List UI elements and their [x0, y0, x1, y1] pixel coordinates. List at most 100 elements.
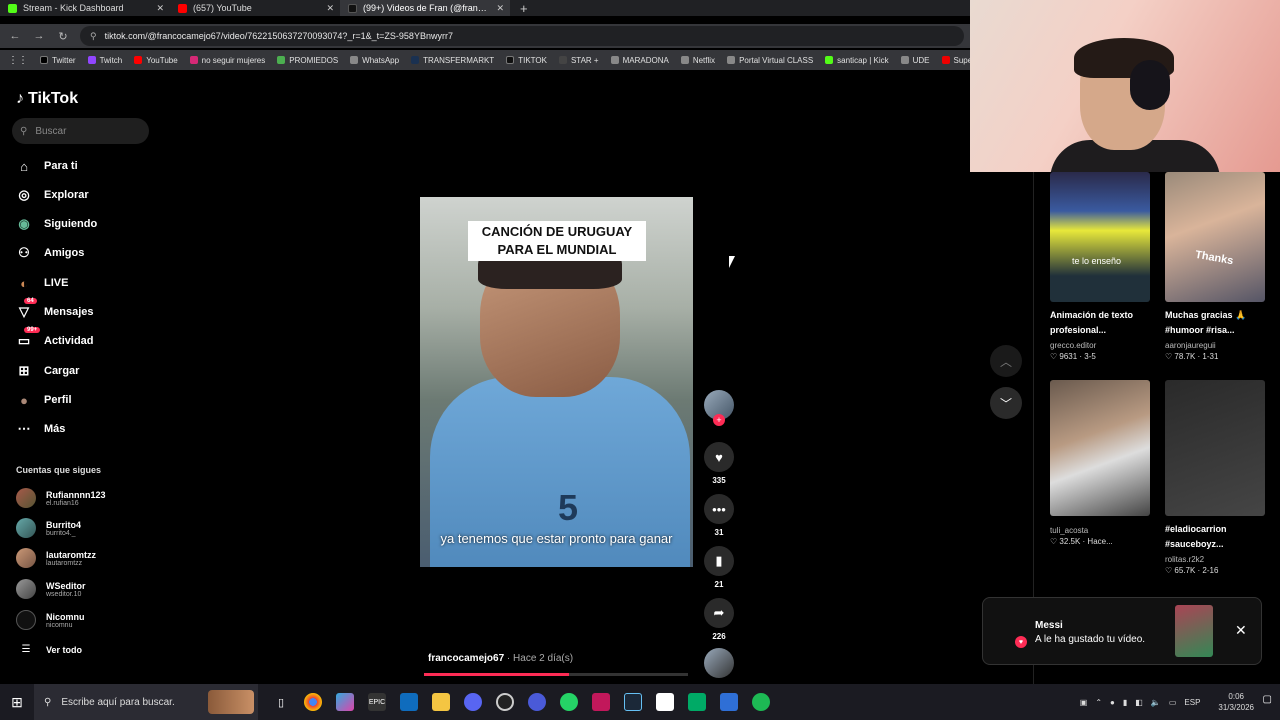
close-icon[interactable]: ✕ — [1235, 622, 1247, 639]
bookmark-transfermarkt[interactable]: TRANSFERMARKT — [411, 56, 494, 65]
bookmark-promiedos[interactable]: PROMIEDOS — [277, 56, 338, 65]
windows-start-icon[interactable]: ⊞ — [0, 694, 34, 711]
sidebar-item-siguiendo[interactable]: ◉ Siguiendo — [16, 216, 97, 232]
sidebar-item-perfil[interactable]: ● Perfil — [16, 392, 72, 408]
tray-app-icon[interactable]: ▣ — [1080, 698, 1088, 707]
sidebar-item-explorar[interactable]: ◎ Explorar — [16, 187, 88, 203]
chrome-icon[interactable] — [304, 693, 322, 711]
sidebar-item-label: Perfil — [44, 394, 72, 406]
sidebar-item-actividad[interactable]: ▭ 99+ Actividad — [16, 327, 94, 349]
bookmark-whatsapp[interactable]: WhatsApp — [350, 56, 399, 65]
bookmark-tiktok[interactable]: TIKTOK — [506, 56, 547, 65]
bookmark-instagram[interactable]: no seguir mujeres — [189, 56, 265, 65]
bookmark-maradona[interactable]: MARADONA — [610, 56, 669, 65]
site-info-icon[interactable]: ⚲ — [90, 31, 97, 42]
epic-games-icon[interactable]: EPIC — [368, 693, 386, 711]
video-author[interactable]: francocamejo67 · Hace 2 día(s) — [428, 653, 573, 664]
bookmark-star[interactable]: STAR + — [558, 56, 599, 65]
network-icon[interactable]: ◧ — [1135, 698, 1143, 707]
bookmark-label: UDE — [912, 55, 930, 65]
sidebar-item-cargar[interactable]: ⊞ Cargar — [16, 363, 80, 379]
copilot-icon[interactable] — [336, 693, 354, 711]
file-explorer-icon[interactable] — [432, 693, 450, 711]
video-card[interactable]: tuli_acosta ♡ 32.5K · Hace... — [1050, 380, 1160, 546]
search-input[interactable]: ⚲ Buscar — [12, 118, 149, 144]
whatsapp-icon[interactable] — [560, 693, 578, 711]
following-item[interactable]: lautaromtzz lautaromtzz — [16, 548, 96, 568]
apps-icon[interactable]: ⋮⋮ — [8, 55, 28, 66]
capcut-icon[interactable] — [656, 693, 674, 711]
steam-icon[interactable] — [624, 693, 642, 711]
creator-avatar-button[interactable]: + — [703, 390, 735, 426]
taskbar-clock[interactable]: 0:06 31/3/2026 — [1218, 691, 1254, 713]
following-item[interactable]: Nicomnu nicomnu — [16, 610, 85, 630]
taskbar-search-input[interactable]: ⚲ Escribe aquí para buscar. — [34, 684, 258, 720]
like-button[interactable]: ♥ 335 — [703, 442, 735, 485]
bookmark-ude[interactable]: UDE — [900, 55, 930, 65]
spotify-icon[interactable] — [752, 693, 770, 711]
app-teal-icon[interactable] — [688, 693, 706, 711]
obs-icon[interactable] — [496, 693, 514, 711]
video-card[interactable]: #eladiocarrion #sauceboyz... rolitas.r2k… — [1165, 380, 1275, 575]
notifications-icon[interactable]: ▢ — [1263, 694, 1272, 705]
twitch-icon — [87, 56, 96, 64]
app-blue-icon[interactable] — [528, 693, 546, 711]
microphone-icon[interactable]: ● — [1110, 698, 1115, 707]
sidebar-item-para-ti[interactable]: ⌂ Para ti — [16, 158, 78, 174]
share-button[interactable]: ➦ 226 — [703, 598, 735, 641]
following-item[interactable]: Burrito4 burrito4._ — [16, 518, 81, 538]
bookmark-kick[interactable]: santicap | Kick — [825, 56, 889, 65]
following-item[interactable]: WSeditor wseditor.10 — [16, 579, 86, 599]
see-all-link[interactable]: ☰ Ver todo — [16, 644, 83, 655]
close-tab-icon[interactable]: ✕ — [156, 3, 164, 14]
close-tab-icon[interactable]: ✕ — [326, 3, 334, 14]
sidebar-item-mas[interactable]: ⋯ Más — [16, 421, 66, 437]
chevron-up-icon[interactable]: ⌃ — [1095, 698, 1102, 707]
bookmark-youtube[interactable]: YouTube — [134, 56, 178, 65]
music-disc-button[interactable] — [703, 648, 735, 678]
following-item[interactable]: Rufiannnn123 el.rufian16 — [16, 488, 106, 508]
tab-tiktok[interactable]: (99+) Videos de Fran (@fran… ✕ — [340, 0, 510, 16]
reload-icon[interactable]: ↻ — [56, 30, 70, 43]
task-view-icon[interactable]: ▯ — [272, 693, 290, 711]
close-tab-icon[interactable]: ✕ — [496, 3, 504, 14]
sidebar-item-amigos[interactable]: ⚇ Amigos — [16, 245, 84, 261]
bookmark-netflix[interactable]: Netflix — [680, 56, 715, 65]
video-player[interactable]: 5 CANCIÓN DE URUGUAY PARA EL MUNDIAL ya … — [420, 197, 693, 567]
video-progress-bar[interactable] — [424, 673, 688, 676]
sidebar-item-live[interactable]: ◐ LIVE — [16, 275, 68, 291]
bookmark-supe[interactable]: Supe — [941, 56, 970, 65]
previous-video-button[interactable]: ︿ — [990, 345, 1022, 377]
tiktok-icon — [348, 3, 357, 13]
sidebar-item-mensajes[interactable]: ▽ 64 Mensajes — [16, 298, 94, 320]
shield-icon[interactable] — [720, 693, 738, 711]
url-input[interactable]: ⚲ tiktok.com/@francocamejo67/video/76221… — [80, 26, 964, 46]
clock-time: 0:06 — [1228, 692, 1244, 701]
video-card[interactable]: te lo enseño Animación de texto profesio… — [1050, 172, 1160, 361]
bookmark-twitter[interactable]: Twitter — [40, 56, 76, 65]
video-thumbnail: te lo enseño — [1050, 172, 1150, 302]
tiktok-logo[interactable]: ♪ TikTok — [16, 90, 78, 108]
new-tab-icon[interactable]: + — [520, 1, 528, 16]
bookmark-portal[interactable]: Portal Virtual CLASS — [727, 56, 813, 65]
volume-icon[interactable]: 🔈 — [1151, 698, 1161, 707]
tray-extra-icon[interactable]: ▭ — [1169, 698, 1177, 707]
video-card[interactable]: Thanks Muchas gracias 🙏 #humoor #risa...… — [1165, 172, 1275, 361]
usb-icon[interactable]: ▮ — [1123, 698, 1127, 707]
save-button[interactable]: ▮ 21 — [703, 546, 735, 589]
next-video-button[interactable]: ﹀ — [990, 387, 1022, 419]
app-pink-icon[interactable] — [592, 693, 610, 711]
outlook-icon[interactable] — [400, 693, 418, 711]
tab-youtube[interactable]: (657) YouTube ✕ — [170, 0, 340, 16]
forward-icon[interactable]: → — [32, 30, 46, 42]
bookmark-twitch[interactable]: Twitch — [87, 56, 122, 65]
tab-kick[interactable]: Stream - Kick Dashboard ✕ — [0, 0, 170, 16]
discord-icon[interactable] — [464, 693, 482, 711]
comment-button[interactable]: ••• 31 — [703, 494, 735, 537]
like-notification[interactable]: ♥ Messi A le ha gustado tu vídeo. ✕ — [982, 597, 1262, 665]
notification-thumbnail — [1175, 605, 1213, 657]
back-icon[interactable]: ← — [8, 30, 22, 42]
language-indicator[interactable]: ESP — [1184, 698, 1200, 707]
follow-plus-icon[interactable]: + — [713, 414, 725, 426]
notification-message: A le ha gustado tu vídeo. — [1035, 634, 1146, 645]
